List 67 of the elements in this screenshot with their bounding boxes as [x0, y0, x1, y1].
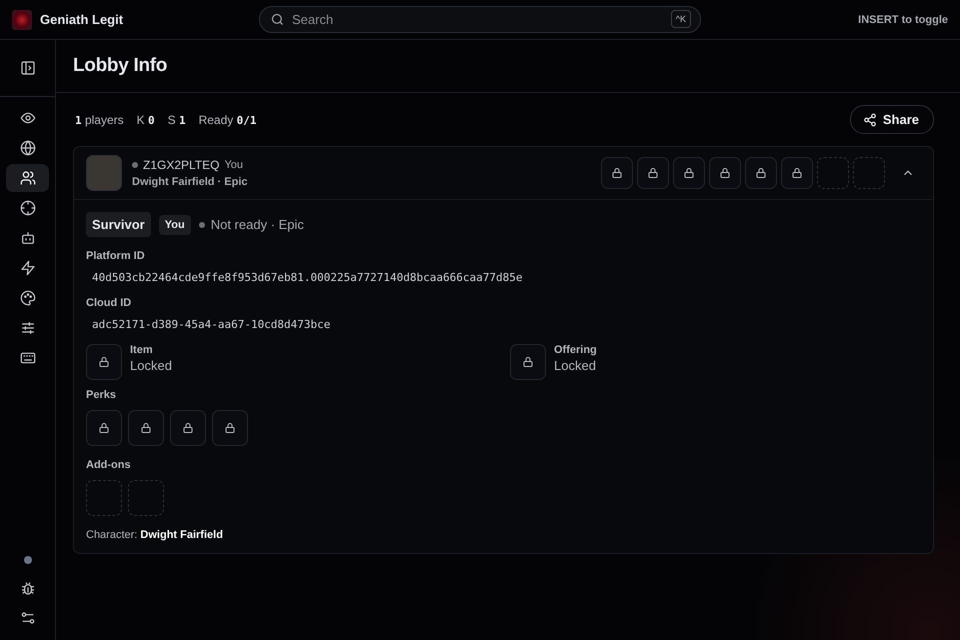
lock-icon [98, 422, 110, 434]
locked-slot[interactable] [510, 344, 546, 380]
slot-label: Offering [554, 344, 597, 356]
locked-slot[interactable] [709, 157, 741, 189]
eye-icon [20, 110, 36, 126]
status-dot [24, 556, 32, 564]
toggle-hint: INSERT to toggle [858, 14, 948, 26]
shortcut-key: ^K [670, 10, 691, 28]
lightning-icon [20, 260, 36, 276]
share-icon [862, 112, 877, 126]
avatar-placeholder [86, 155, 122, 191]
stat-item: Ready 0/1 [198, 112, 256, 126]
id-value: adc52171-d389-45a4-aa67-10cd8d473bce [91, 318, 330, 331]
field-label: Cloud ID [86, 297, 132, 309]
id-value: 40d503cb22464cde9ffe8f953d67eb81.000225a7727140d8bcaa666caa77d85e [91, 271, 522, 284]
page-title: Lobby Info [56, 40, 960, 93]
player-subtitle: Dwight Fairfield · Epic [132, 176, 249, 188]
lock-icon [522, 356, 534, 368]
locked-slot[interactable] [86, 410, 122, 446]
users-icon [20, 170, 36, 186]
palette-icon [20, 290, 36, 306]
crosshair-icon [20, 200, 36, 216]
locked-slot[interactable] [212, 410, 248, 446]
field-label: Platform ID [86, 250, 146, 262]
locked-slot[interactable] [86, 344, 122, 380]
locked-slot[interactable] [601, 157, 633, 189]
role-badge: Survivor [86, 212, 151, 237]
locked-slot[interactable] [128, 410, 164, 446]
player-name: Z1GX2PLTEQ [143, 158, 220, 172]
bug-icon [20, 580, 36, 596]
globe-icon [20, 140, 36, 156]
panel-icon [20, 60, 36, 76]
lock-icon [683, 167, 695, 179]
slot-value: Locked [554, 358, 597, 373]
slot-value: Locked [130, 358, 172, 373]
share-button[interactable]: Share [850, 105, 934, 134]
lock-icon [791, 167, 803, 179]
you-label: You [224, 159, 244, 171]
toggles-icon [20, 610, 36, 626]
lock-icon [224, 422, 236, 434]
addons-label: Add-ons [86, 459, 131, 471]
lock-icon [647, 167, 659, 179]
locked-slot[interactable] [673, 157, 705, 189]
nav-item[interactable] [6, 164, 49, 192]
lock-icon [611, 167, 623, 179]
lock-icon [755, 167, 767, 179]
locked-slot[interactable] [781, 157, 813, 189]
perks-label: Perks [86, 389, 116, 401]
app-title: Geniath Legit [40, 12, 124, 27]
you-badge: You [158, 214, 191, 234]
lock-icon [98, 356, 110, 368]
app-logo [12, 10, 32, 30]
locked-slot[interactable] [745, 157, 777, 189]
lock-icon [140, 422, 152, 434]
character-text: Character: Dwight Fairfield [86, 529, 223, 541]
stat-item: K 0 [136, 112, 155, 126]
sliders-icon [20, 320, 36, 336]
robot-icon [20, 230, 36, 246]
stat-item: 1 players [75, 112, 124, 126]
ready-status: Not ready · Epic [210, 217, 304, 232]
stat-item: S 1 [168, 112, 186, 126]
lock-icon [719, 167, 731, 179]
locked-slot[interactable] [170, 410, 206, 446]
keyboard-icon [20, 350, 36, 366]
lock-icon [182, 422, 194, 434]
locked-slot[interactable] [637, 157, 669, 189]
slot-label: Item [130, 344, 154, 356]
